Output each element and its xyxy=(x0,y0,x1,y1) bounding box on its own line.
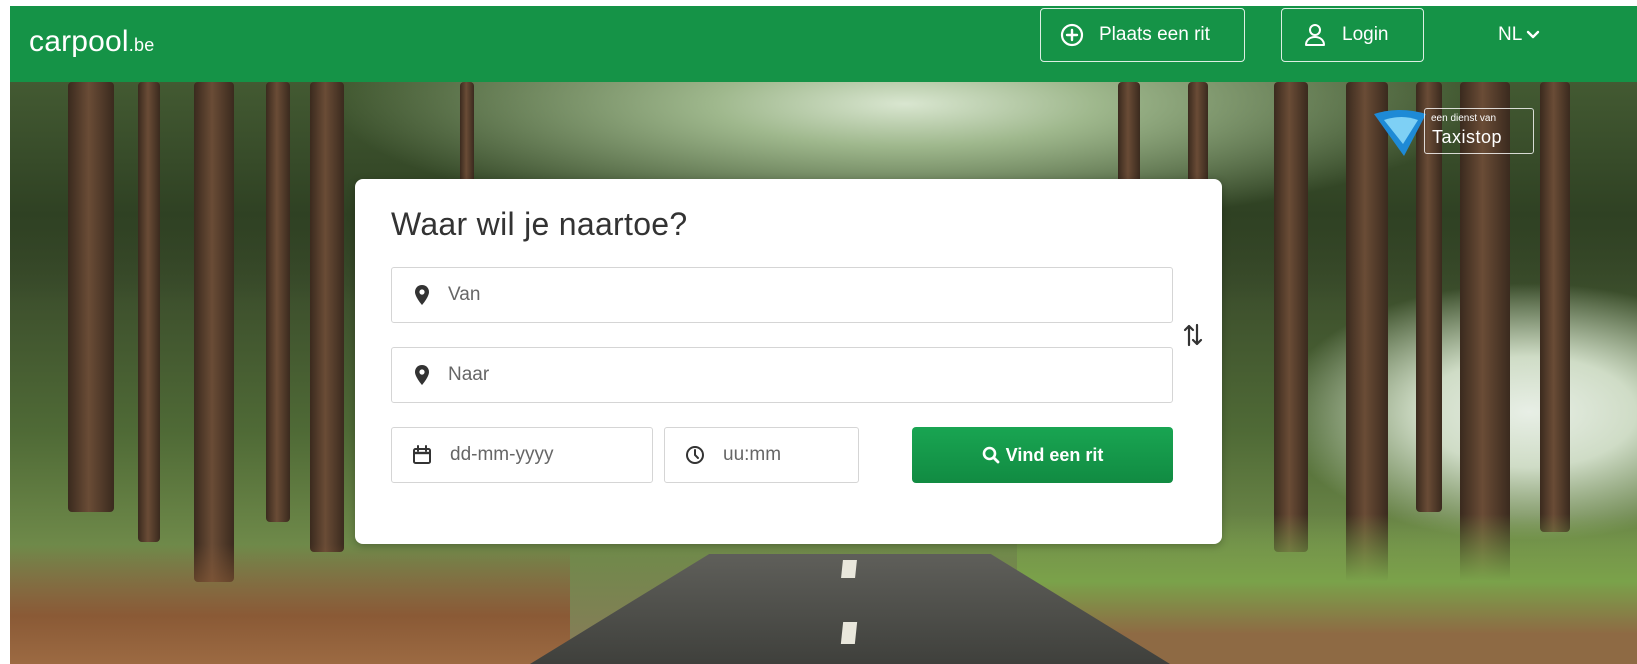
to-field[interactable] xyxy=(391,347,1173,403)
language-label: NL xyxy=(1498,24,1523,45)
top-navigation-bar: carpool.be Plaats een rit Login NL xyxy=(10,6,1637,82)
map-marker-icon xyxy=(414,365,430,385)
language-selector[interactable]: NL xyxy=(1498,24,1540,46)
badge-brand-text: Taxistop xyxy=(1432,127,1503,147)
find-ride-button[interactable]: Vind een rit xyxy=(912,427,1173,483)
login-label: Login xyxy=(1342,24,1389,45)
place-ride-button[interactable]: Plaats een rit xyxy=(1040,8,1245,62)
search-icon xyxy=(982,446,1000,464)
badge-small-text: een dienst van xyxy=(1431,113,1497,124)
time-field[interactable] xyxy=(664,427,859,483)
search-card: Waar wil je naartoe? Van Naar dd-mm-yyyy… xyxy=(355,179,1222,544)
clock-icon xyxy=(685,445,705,465)
to-input[interactable] xyxy=(448,364,1048,386)
find-ride-label: Vind een rit xyxy=(1005,444,1104,465)
user-icon xyxy=(1302,22,1328,48)
logo-domain: .be xyxy=(128,35,155,55)
date-input[interactable] xyxy=(450,444,590,466)
map-marker-icon xyxy=(414,285,430,305)
calendar-icon xyxy=(412,445,432,465)
place-ride-label: Plaats een rit xyxy=(1099,24,1210,45)
login-button[interactable]: Login xyxy=(1281,8,1424,62)
carpool-logo[interactable]: carpool.be xyxy=(29,25,154,59)
page: carpool.be Plaats een rit Login NL een d… xyxy=(0,0,1637,664)
from-input[interactable] xyxy=(448,284,1048,306)
time-input[interactable] xyxy=(723,444,813,466)
date-field[interactable] xyxy=(391,427,653,483)
from-field[interactable] xyxy=(391,267,1173,323)
chevron-down-icon xyxy=(1526,24,1540,46)
taxistop-badge[interactable]: een dienst van Taxistop xyxy=(1370,104,1536,160)
plus-circle-icon xyxy=(1059,22,1085,48)
swap-vertical-icon[interactable] xyxy=(1180,320,1206,350)
search-title: Waar wil je naartoe? xyxy=(391,206,688,242)
logo-text: carpool xyxy=(29,25,129,58)
